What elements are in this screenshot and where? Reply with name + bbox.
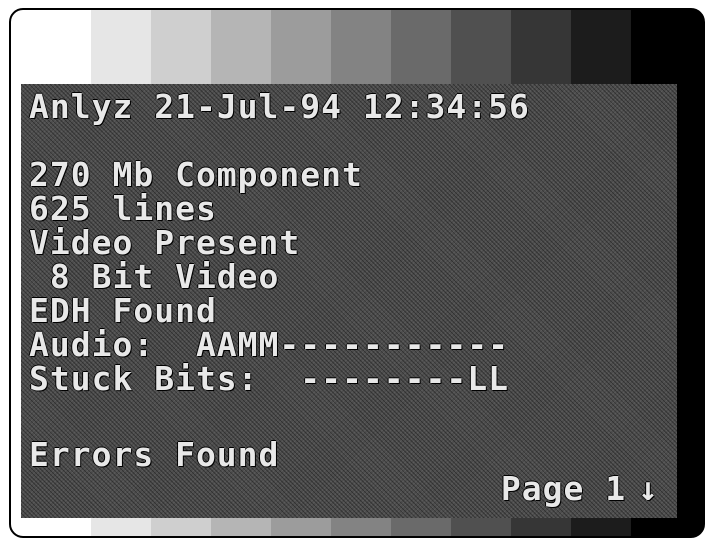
- lines-count-line: 625 lines: [29, 189, 217, 228]
- edh-status-line: EDH Found: [29, 291, 217, 330]
- audio-status-line: Audio: AAMM-----------: [29, 325, 509, 364]
- time-label: 12:34:56: [362, 87, 530, 126]
- analyzer-display-panel: Anlyz 21-Jul-94 12:34:56 270 Mb Componen…: [21, 84, 677, 518]
- errors-found-line: Errors Found: [29, 435, 280, 474]
- header-line: Anlyz 21-Jul-94 12:34:56: [29, 90, 530, 124]
- date-label: 21-Jul-94: [154, 87, 343, 126]
- format-line: 270 Mb Component: [29, 155, 363, 194]
- page-indicator: Page 1 ↓: [501, 472, 659, 506]
- stuck-bits-line: Stuck Bits: --------LL: [29, 359, 509, 398]
- page-label: Page 1: [500, 469, 627, 508]
- monitor-screen: Anlyz 21-Jul-94 12:34:56 270 Mb Componen…: [9, 8, 705, 538]
- video-status-line: Video Present: [29, 223, 301, 262]
- bit-depth-line: 8 Bit Video: [29, 257, 280, 296]
- mode-label: Anlyz: [29, 87, 134, 126]
- arrow-down-icon: ↓: [638, 469, 659, 508]
